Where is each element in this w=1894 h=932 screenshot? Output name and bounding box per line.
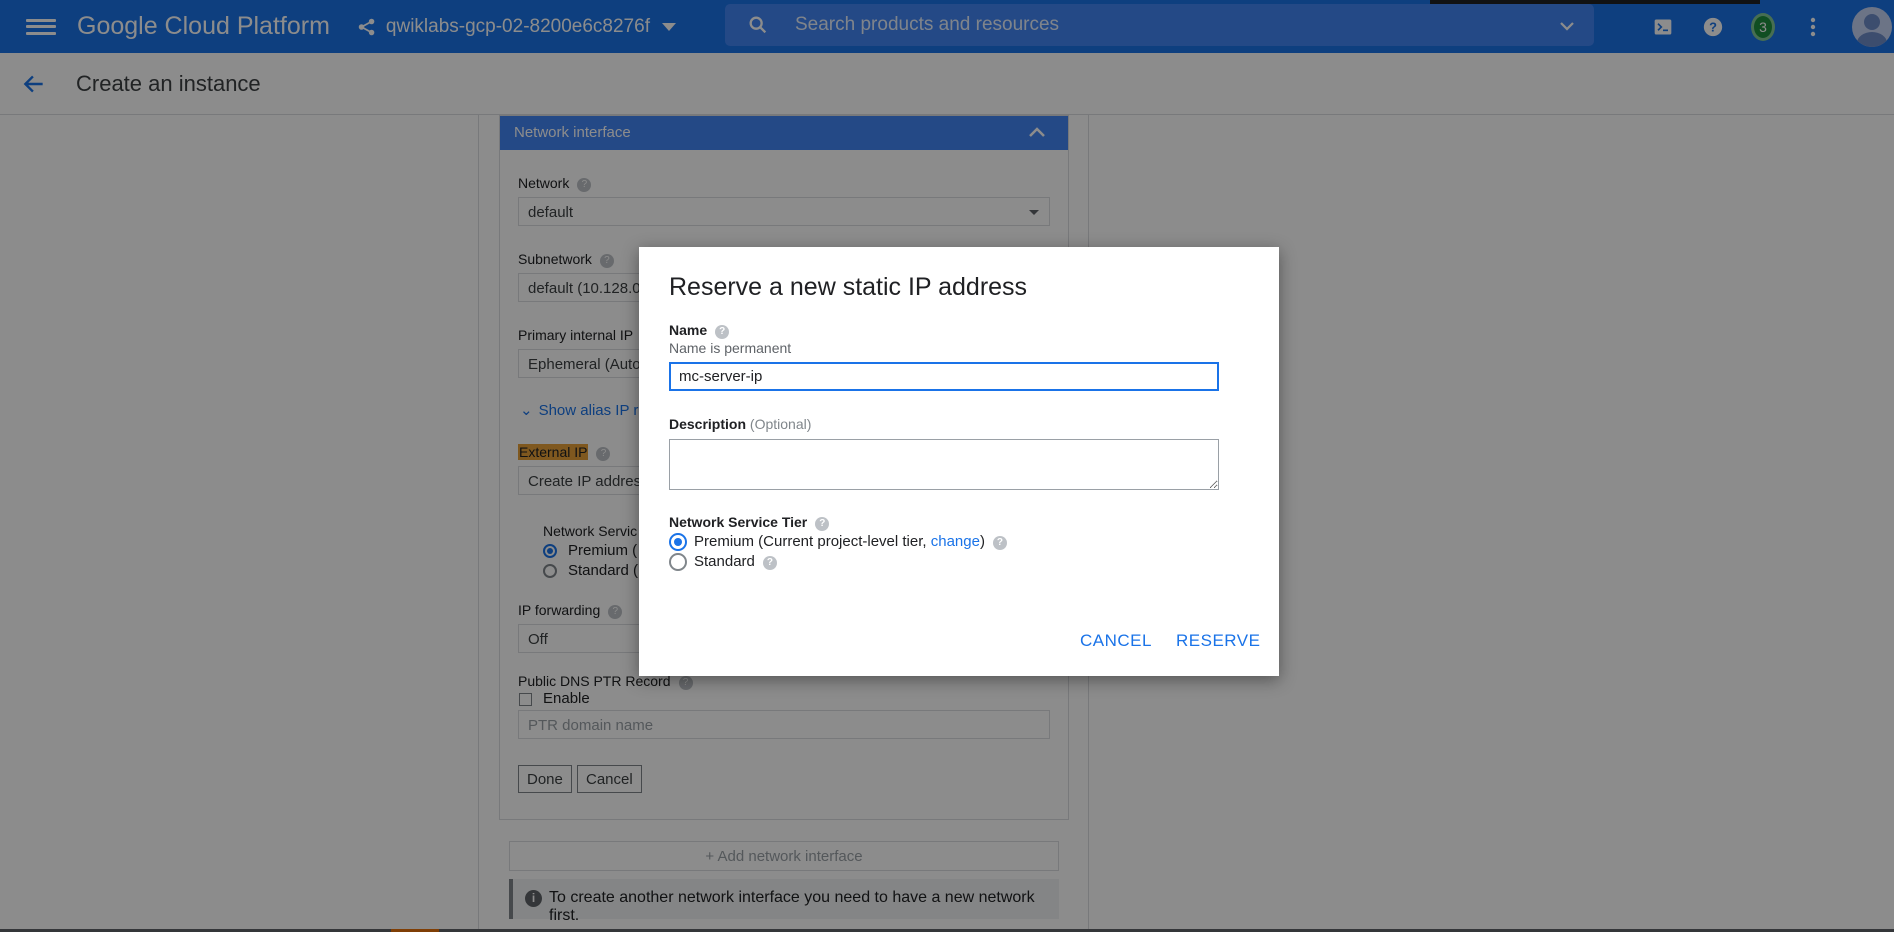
dialog-title: Reserve a new static IP address: [669, 273, 1028, 301]
help-icon[interactable]: ?: [815, 517, 830, 531]
name-label: Name?: [669, 322, 730, 339]
help-icon[interactable]: ?: [762, 556, 777, 570]
help-icon[interactable]: ?: [992, 536, 1007, 550]
description-label: Description (Optional): [669, 416, 812, 432]
name-hint: Name is permanent: [669, 340, 792, 356]
premium-tier-label: Premium (Current project-level tier, cha…: [694, 533, 1007, 550]
standard-tier-radio[interactable]: [669, 553, 687, 571]
cancel-button[interactable]: CANCEL: [1080, 631, 1152, 651]
network-service-tier-label: Network Service Tier?: [669, 514, 830, 531]
help-icon[interactable]: ?: [715, 325, 730, 339]
description-textarea[interactable]: [669, 439, 1219, 490]
reserve-static-ip-dialog: Reserve a new static IP address Name? Na…: [639, 247, 1279, 676]
premium-tier-radio[interactable]: [669, 533, 687, 551]
change-tier-link[interactable]: change: [931, 533, 980, 550]
name-input[interactable]: [669, 362, 1219, 391]
reserve-button[interactable]: RESERVE: [1176, 631, 1260, 651]
standard-tier-label: Standard?: [694, 553, 777, 570]
